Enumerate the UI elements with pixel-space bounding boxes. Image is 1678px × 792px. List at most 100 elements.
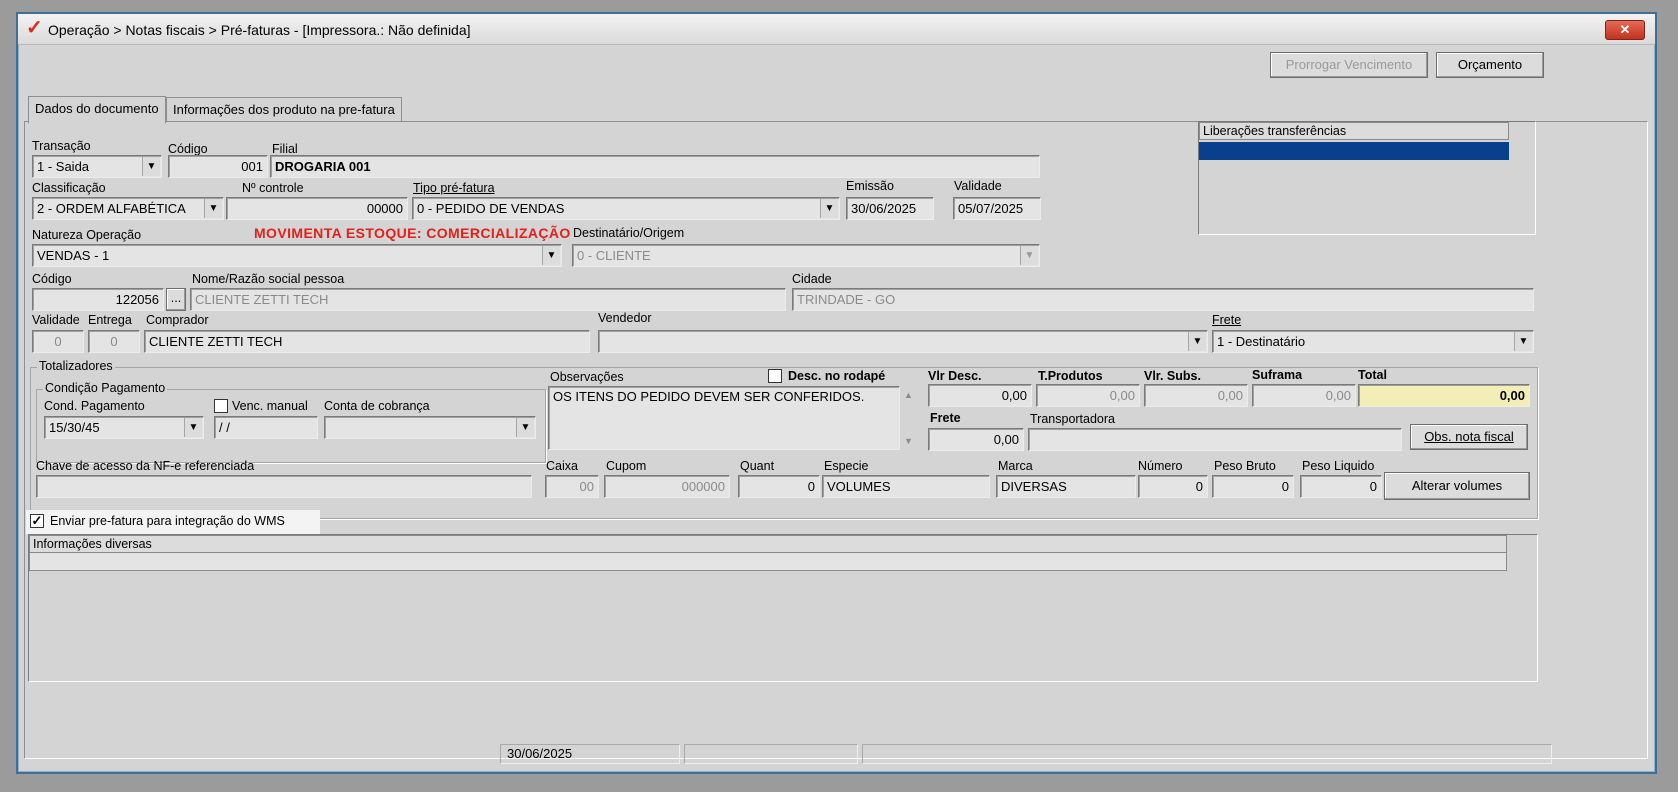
close-button[interactable]: ✕ bbox=[1605, 20, 1645, 40]
emissao-label: Emissão bbox=[846, 179, 894, 193]
codigo-filial-input[interactable]: 001 bbox=[168, 155, 268, 178]
validade-input[interactable]: 0 bbox=[32, 330, 84, 353]
validade-doc-input[interactable]: 05/07/2025 bbox=[953, 197, 1041, 220]
wms-checkbox[interactable]: ✓ bbox=[30, 514, 44, 528]
marca-label: Marca bbox=[998, 459, 1033, 473]
destinatario-select[interactable]: 0 - CLIENTE ▼ bbox=[572, 244, 1040, 267]
liberacoes-header[interactable]: Liberações transferências bbox=[1199, 122, 1509, 140]
scroll-up-icon[interactable]: ▲ bbox=[904, 390, 913, 400]
numero-input[interactable]: 0 bbox=[1138, 475, 1208, 498]
desc-rodape-checkbox[interactable] bbox=[768, 369, 782, 383]
observacoes-textarea[interactable]: OS ITENS DO PEDIDO DEVEM SER CONFERIDOS. bbox=[548, 386, 900, 450]
chevron-down-icon[interactable]: ▼ bbox=[1188, 332, 1206, 351]
cidade-label: Cidade bbox=[792, 272, 832, 286]
vendedor-select[interactable]: ▼ bbox=[598, 330, 1208, 353]
wms-row[interactable]: ✓ Enviar pre-fatura para integração do W… bbox=[26, 510, 320, 534]
app-checkmark-icon: ✓ bbox=[26, 17, 43, 39]
obs-nota-fiscal-button[interactable]: Obs. nota fiscal bbox=[1410, 424, 1528, 450]
peso-liquido-input[interactable]: 0 bbox=[1300, 475, 1382, 498]
peso-liquido-label: Peso Liquido bbox=[1302, 459, 1375, 473]
vlr-desc-label: Vlr Desc. bbox=[928, 369, 982, 383]
liberacoes-list[interactable]: Liberações transferências bbox=[1198, 121, 1536, 235]
scroll-down-icon[interactable]: ▼ bbox=[904, 436, 913, 446]
quant-input[interactable]: 0 bbox=[738, 475, 820, 498]
frete-tipo-label: Frete bbox=[1212, 313, 1242, 327]
marca-input[interactable]: DIVERSAS bbox=[996, 475, 1136, 498]
cond-pagamento-value: 15/30/45 bbox=[49, 420, 100, 435]
tab-dados-do-documento[interactable]: Dados do documento bbox=[28, 96, 166, 124]
vlr-desc-input[interactable]: 0,00 bbox=[928, 384, 1032, 407]
status-cell-2 bbox=[684, 744, 858, 764]
n-controle-input[interactable]: 00000 bbox=[226, 197, 408, 220]
t-produtos-input: 0,00 bbox=[1036, 384, 1140, 407]
totalizadores-title: Totalizadores bbox=[37, 359, 115, 373]
venc-manual-label: Venc. manual bbox=[232, 399, 308, 413]
informacoes-diversas-row[interactable] bbox=[29, 553, 1507, 571]
chevron-down-icon[interactable]: ▼ bbox=[1514, 332, 1532, 351]
classificacao-value: 2 - ORDEM ALFABÉTICA bbox=[37, 201, 186, 216]
classificacao-label: Classificação bbox=[32, 181, 106, 195]
conta-cobranca-label: Conta de cobrança bbox=[324, 399, 430, 413]
natureza-select[interactable]: VENDAS - 1 ▼ bbox=[32, 244, 562, 267]
classificacao-select[interactable]: 2 - ORDEM ALFABÉTICA ▼ bbox=[32, 197, 224, 220]
liberacoes-selected-row[interactable] bbox=[1199, 142, 1509, 160]
frete-tipo-value: 1 - Destinatário bbox=[1217, 334, 1306, 349]
chevron-down-icon[interactable]: ▼ bbox=[1020, 246, 1038, 265]
suframa-label: Suframa bbox=[1252, 368, 1303, 382]
tab-informacoes-produto[interactable]: Informações dos produto na pre-fatura bbox=[166, 97, 402, 122]
suframa-input: 0,00 bbox=[1252, 384, 1356, 407]
frete-input[interactable]: 0,00 bbox=[928, 428, 1024, 451]
t-produtos-label: T.Produtos bbox=[1038, 369, 1103, 383]
codigo-pessoa-input[interactable]: 122056 bbox=[32, 288, 164, 311]
cupom-label: Cupom bbox=[606, 459, 647, 473]
entrega-input[interactable]: 0 bbox=[88, 330, 140, 353]
transportadora-input[interactable] bbox=[1028, 428, 1402, 451]
venc-manual-input[interactable]: / / bbox=[214, 416, 318, 439]
validade-doc-label: Validade bbox=[954, 179, 1002, 193]
numero-label: Número bbox=[1138, 459, 1183, 473]
chave-acesso-label: Chave de acesso da NF-e referenciada bbox=[36, 459, 255, 473]
comprador-label: Comprador bbox=[146, 313, 209, 327]
lookup-pessoa-button[interactable]: ... bbox=[166, 288, 186, 311]
caixa-input: 00 bbox=[545, 475, 599, 498]
desc-rodape-label: Desc. no rodapé bbox=[788, 369, 886, 383]
chevron-down-icon[interactable]: ▼ bbox=[142, 157, 160, 176]
chevron-down-icon[interactable]: ▼ bbox=[516, 418, 534, 437]
informacoes-diversas-header[interactable]: Informações diversas bbox=[29, 535, 1507, 553]
transacao-select[interactable]: 1 - Saida ▼ bbox=[32, 155, 162, 178]
alterar-volumes-button[interactable]: Alterar volumes bbox=[1384, 472, 1530, 500]
natureza-value: VENDAS - 1 bbox=[37, 248, 110, 263]
comprador-input[interactable]: CLIENTE ZETTI TECH bbox=[144, 330, 590, 353]
cidade-input[interactable]: TRINDADE - GO bbox=[792, 288, 1534, 311]
chave-acesso-input[interactable] bbox=[36, 475, 532, 498]
vlr-subs-label: Vlr. Subs. bbox=[1144, 369, 1201, 383]
chevron-down-icon[interactable]: ▼ bbox=[204, 199, 222, 218]
chevron-down-icon[interactable]: ▼ bbox=[184, 418, 202, 437]
frete-label: Frete bbox=[930, 411, 961, 425]
filial-input[interactable]: DROGARIA 001 bbox=[270, 155, 1040, 178]
transportadora-label: Transportadora bbox=[1030, 412, 1115, 426]
chevron-down-icon[interactable]: ▼ bbox=[542, 246, 560, 265]
conta-cobranca-select[interactable]: ▼ bbox=[324, 416, 536, 439]
cond-pagamento-select[interactable]: 15/30/45 ▼ bbox=[44, 416, 204, 439]
natureza-label: Natureza Operação bbox=[32, 228, 142, 242]
informacoes-diversas-panel[interactable]: Informações diversas bbox=[28, 534, 1538, 682]
orcamento-button[interactable]: Orçamento bbox=[1436, 52, 1544, 78]
wms-label: Enviar pre-fatura para integração do WMS bbox=[50, 514, 285, 528]
peso-bruto-input[interactable]: 0 bbox=[1212, 475, 1294, 498]
chevron-down-icon[interactable]: ▼ bbox=[820, 199, 838, 218]
tipo-prefatura-select[interactable]: 0 - PEDIDO DE VENDAS ▼ bbox=[412, 197, 840, 220]
vlr-subs-input: 0,00 bbox=[1144, 384, 1248, 407]
cond-pagamento-label: Cond. Pagamento bbox=[44, 399, 145, 413]
nome-pessoa-input[interactable]: CLIENTE ZETTI TECH bbox=[190, 288, 786, 311]
frete-tipo-select[interactable]: 1 - Destinatário ▼ bbox=[1212, 330, 1534, 353]
emissao-input[interactable]: 30/06/2025 bbox=[846, 197, 934, 220]
prorrogar-vencimento-button[interactable]: Prorrogar Vencimento bbox=[1270, 52, 1428, 78]
venc-manual-checkbox[interactable] bbox=[214, 399, 228, 413]
especie-input[interactable]: VOLUMES bbox=[822, 475, 990, 498]
status-cell-3 bbox=[862, 744, 1552, 764]
codigo-pessoa-label: Código bbox=[32, 272, 72, 286]
total-input: 0,00 bbox=[1358, 384, 1530, 407]
peso-bruto-label: Peso Bruto bbox=[1214, 459, 1276, 473]
entrega-label: Entrega bbox=[88, 313, 132, 327]
